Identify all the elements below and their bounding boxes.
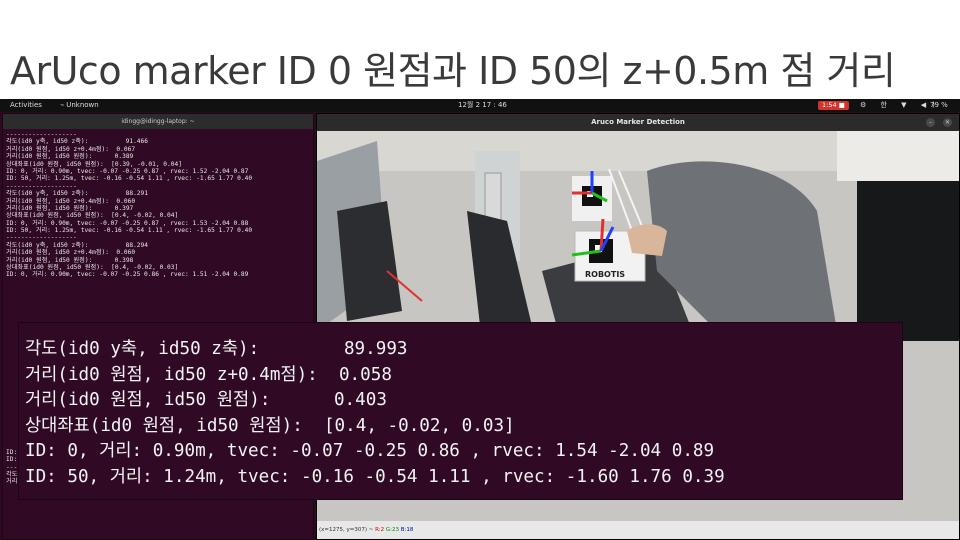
terminal-line: 거리(id0 원점, id50 z+0.4m점): 0.060 (6, 197, 136, 205)
terminal-line: ID: 0, 거리: 0.90m, tvec: -0.07 -0.25 0.86… (6, 271, 249, 279)
gnome-top-bar: Activities ⌁ Unknown 12월 2 17 : 46 1:54 ■… (0, 99, 960, 112)
terminal-icon: ⌁ (60, 101, 65, 109)
close-icon[interactable]: ✕ (943, 118, 952, 127)
zoomed-terminal-line: ID: 50, 거리: 1.24m, tvec: -0.16 -0.54 1.1… (25, 466, 725, 487)
zoomed-terminal-line: ID: 0, 거리: 0.90m, tvec: -0.07 -0.25 0.86… (25, 441, 715, 462)
can (484, 172, 502, 224)
minimize-icon[interactable]: – (926, 118, 935, 127)
cursor-coords: (x=1275, y=307) ~ (319, 527, 374, 533)
terminal-line: ID: 0, 거리: 0.90m, tvec: -0.07 -0.25 0.87… (6, 219, 249, 227)
zoomed-terminal-output: 각도(id0 y축, id50 z축): 89.993 거리(id0 원점, id… (19, 323, 902, 491)
record-time: 1:54 (822, 101, 837, 109)
system-tray[interactable]: ⚙ 한 ▼ ◀) (860, 99, 941, 112)
zoomed-terminal-overlay: 각도(id0 y축, id50 z축): 89.993 거리(id0 원점, id… (18, 322, 903, 500)
terminal-line: ------------------- (6, 234, 77, 242)
terminal-line: 거리(id0 원점, id50 원점): 0.389 (6, 153, 134, 161)
terminal-line: 거리(id0 원점, id50 원점): 0.398 (6, 256, 134, 264)
office-chair (857, 181, 959, 341)
zoomed-terminal-line: 각도(id0 y축, id50 z축): 89.993 (25, 339, 408, 359)
terminal-line: ID: 50, 거리: 1.25m, tvec: -0.16 -0.54 1.1… (6, 175, 253, 183)
pixel-b: B:18 (400, 527, 414, 533)
clock[interactable]: 12월 2 17 : 46 (458, 99, 507, 112)
record-indicator[interactable]: 1:54 ■ (818, 101, 849, 110)
pixel-r: R:2 (375, 527, 385, 533)
camera-titlebar[interactable]: Aruco Marker Detection – ✕ (317, 114, 959, 131)
zoomed-terminal-line: 거리(id0 원점, id50 z+0.4m점): 0.058 (25, 364, 392, 385)
terminal-line: ID: 50, 거리: 1.25m, tvec: -0.16 -0.54 1.1… (6, 227, 253, 235)
zoomed-terminal-line: 상대좌표(id0 원점, id50 원점): [0.4, -0.02, 0.03… (25, 415, 515, 436)
terminal-line: 상대좌표(id0 원점, id50 원점): [0.4, -0.02, 0.04… (6, 212, 179, 220)
pixel-g: G:23 (385, 527, 400, 533)
app-name: Unknown (66, 101, 99, 109)
camera-window-title: Aruco Marker Detection (591, 118, 685, 126)
terminal-line: 거리(id0 원점, id50 z+0.4m점): 0.060 (6, 249, 136, 257)
app-menu[interactable]: ⌁ Unknown (60, 99, 99, 112)
terminal-titlebar[interactable]: idingg@idingg-laptop: ~ (3, 114, 313, 129)
activities-button[interactable]: Activities (10, 99, 42, 112)
terminal-line: 각도(id0 y축, id50 z축): 88.291 (6, 190, 148, 198)
zoomed-terminal-line: 거리(id0 원점, id50 원점): 0.403 (25, 390, 387, 411)
marker-box-label: ROBOTIS (585, 270, 625, 279)
slide-title: ArUco marker ID 0 원점과 ID 50의 z+0.5m 점 거리 (10, 49, 896, 93)
terminal-line: 각도(id0 y축, id50 z축): 91.466 (6, 138, 148, 146)
person-hand (627, 224, 667, 256)
camera-status-bar: (x=1275, y=307) ~ R:2 G:23 B:18 (317, 521, 959, 539)
record-icon: ■ (838, 101, 845, 109)
wall-right (837, 131, 959, 181)
battery-indicator[interactable]: 79 % (930, 99, 948, 112)
terminal-line: 상대좌표(id0 원점, id50 원점): [0.39, -0.01, 0.0… (6, 160, 182, 168)
